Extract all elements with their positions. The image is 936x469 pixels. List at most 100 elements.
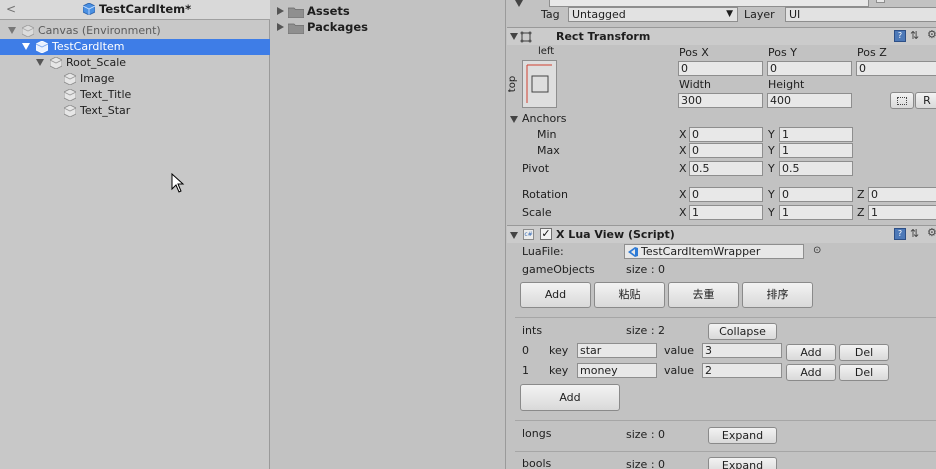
gameobjects-label: gameObjects bbox=[522, 263, 595, 276]
static-checkbox[interactable] bbox=[876, 0, 885, 3]
raw-edit-button[interactable]: R bbox=[915, 92, 936, 109]
y-label: Y bbox=[768, 128, 775, 141]
tree-item-text-title[interactable]: Text_Title bbox=[0, 87, 270, 103]
anchor-min-y-field[interactable]: 1 bbox=[779, 127, 853, 142]
tag-dropdown[interactable]: Untagged ▼ bbox=[568, 7, 738, 22]
rotation-y-field[interactable]: 0 bbox=[779, 187, 853, 202]
tree-item-image[interactable]: Image bbox=[0, 71, 270, 87]
rect-transform-title: Rect Transform bbox=[556, 30, 651, 43]
layer-dropdown[interactable]: UI bbox=[785, 7, 936, 22]
posz-label: Pos Z bbox=[857, 46, 887, 59]
expand-arrow-icon[interactable] bbox=[22, 43, 30, 50]
collapse-arrow-icon[interactable] bbox=[510, 33, 518, 40]
tree-item-testcarditem[interactable]: TestCardItem bbox=[0, 39, 270, 55]
tree-item-text-star[interactable]: Text_Star bbox=[0, 103, 270, 119]
y-label: Y bbox=[768, 206, 775, 219]
hierarchy-header: < TestCardItem* bbox=[0, 0, 270, 20]
ints-label: ints bbox=[522, 324, 543, 337]
width-label: Width bbox=[679, 78, 711, 91]
ints-row-add-button[interactable]: Add bbox=[786, 344, 836, 361]
ints-row-key-field[interactable]: money bbox=[577, 363, 657, 378]
settings-gear-icon[interactable]: ⚙ bbox=[927, 28, 936, 41]
x-label: X bbox=[679, 206, 687, 219]
posz-field[interactable]: 0 bbox=[856, 61, 936, 76]
expand-arrow-icon[interactable] bbox=[36, 59, 44, 66]
collapse-arrow-icon[interactable] bbox=[510, 232, 518, 239]
help-icon[interactable]: ? bbox=[894, 30, 906, 43]
longs-expand-button[interactable]: Expand bbox=[708, 427, 777, 444]
pivot-x-field[interactable]: 0.5 bbox=[689, 161, 763, 176]
preset-icon[interactable]: ⇅ bbox=[910, 227, 919, 240]
anchor-max-y-field[interactable]: 1 bbox=[779, 143, 853, 158]
scale-label: Scale bbox=[522, 206, 552, 219]
ints-row-add-button[interactable]: Add bbox=[786, 364, 836, 381]
blueprint-mode-button[interactable] bbox=[890, 92, 914, 109]
expand-arrow-icon[interactable] bbox=[8, 27, 16, 34]
section-divider bbox=[515, 317, 936, 318]
expand-arrow-icon[interactable] bbox=[277, 23, 284, 31]
pivot-y-field[interactable]: 0.5 bbox=[779, 161, 853, 176]
ints-row-value-field[interactable]: 3 bbox=[702, 343, 782, 358]
folder-icon bbox=[287, 22, 305, 38]
anchor-preset-button[interactable] bbox=[522, 60, 557, 108]
back-arrow-icon[interactable]: < bbox=[6, 2, 16, 16]
x-label: X bbox=[679, 188, 687, 201]
value-label: value bbox=[664, 344, 695, 357]
scale-y-field[interactable]: 1 bbox=[779, 205, 853, 220]
scale-z-field[interactable]: 1 bbox=[868, 205, 936, 220]
project-item-packages[interactable]: Packages bbox=[277, 19, 477, 35]
posy-field[interactable]: 0 bbox=[767, 61, 852, 76]
anchors-label: Anchors bbox=[522, 112, 567, 125]
collapse-arrow-icon[interactable] bbox=[515, 0, 527, 8]
lua-view-header[interactable]: c# ✓ X Lua View (Script) ? ⇅ ⚙ bbox=[507, 225, 936, 243]
key-label: key bbox=[549, 364, 569, 377]
anchor-preset-side-label: top bbox=[507, 75, 519, 93]
gameobjects-paste-button[interactable]: 粘贴 bbox=[594, 282, 665, 308]
tree-item-label: Root_Scale bbox=[66, 56, 127, 69]
rotation-x-field[interactable]: 0 bbox=[689, 187, 763, 202]
height-field[interactable]: 400 bbox=[767, 93, 852, 108]
luafile-object-field[interactable]: TestCardItemWrapper bbox=[624, 244, 804, 259]
anchors-collapse-arrow-icon[interactable] bbox=[510, 116, 518, 123]
anchor-min-x-field[interactable]: 0 bbox=[689, 127, 763, 142]
project-item-assets[interactable]: Assets bbox=[277, 3, 477, 19]
gameobjects-add-button[interactable]: Add bbox=[520, 282, 591, 308]
width-field[interactable]: 300 bbox=[678, 93, 763, 108]
expand-arrow-icon[interactable] bbox=[277, 7, 284, 15]
anchor-max-x-field[interactable]: 0 bbox=[689, 143, 763, 158]
ints-row-del-button[interactable]: Del bbox=[839, 344, 889, 361]
gameobject-icon bbox=[64, 105, 76, 122]
y-label: Y bbox=[768, 162, 775, 175]
rect-transform-header[interactable]: Rect Transform ? ⇅ ⚙ bbox=[507, 27, 936, 45]
rotation-z-field[interactable]: 0 bbox=[868, 187, 936, 202]
height-label: Height bbox=[768, 78, 805, 91]
posx-field[interactable]: 0 bbox=[678, 61, 763, 76]
ints-size: size : 2 bbox=[626, 324, 666, 337]
ints-row-index: 0 bbox=[522, 344, 529, 357]
help-icon[interactable]: ? bbox=[894, 228, 906, 241]
enabled-checkbox[interactable]: ✓ bbox=[540, 228, 552, 240]
settings-gear-icon[interactable]: ⚙ bbox=[927, 226, 936, 239]
tree-item-root-scale[interactable]: Root_Scale bbox=[0, 55, 270, 71]
x-label: X bbox=[679, 144, 687, 157]
ints-row-value-field[interactable]: 2 bbox=[702, 363, 782, 378]
tag-value: Untagged bbox=[572, 8, 626, 21]
ints-row-del-button[interactable]: Del bbox=[839, 364, 889, 381]
mouse-cursor-icon bbox=[171, 172, 185, 196]
bools-expand-button[interactable]: Expand bbox=[708, 457, 777, 469]
x-label: X bbox=[679, 162, 687, 175]
preset-icon[interactable]: ⇅ bbox=[910, 29, 919, 42]
name-field[interactable] bbox=[549, 0, 869, 7]
lua-file-icon bbox=[627, 246, 639, 258]
ints-row-key-field[interactable]: star bbox=[577, 343, 657, 358]
ints-collapse-button[interactable]: Collapse bbox=[708, 323, 777, 340]
tree-item-canvas-environment[interactable]: Canvas (Environment) bbox=[0, 23, 270, 39]
object-picker-icon[interactable]: ⊙ bbox=[813, 245, 821, 256]
scale-x-field[interactable]: 1 bbox=[689, 205, 763, 220]
gameobjects-dedupe-button[interactable]: 去重 bbox=[668, 282, 739, 308]
gameobjects-sort-button[interactable]: 排序 bbox=[742, 282, 813, 308]
z-label: Z bbox=[857, 206, 865, 219]
luafile-value: TestCardItemWrapper bbox=[641, 245, 761, 258]
project-item-label: Assets bbox=[307, 4, 350, 18]
ints-add-button[interactable]: Add bbox=[520, 384, 620, 411]
